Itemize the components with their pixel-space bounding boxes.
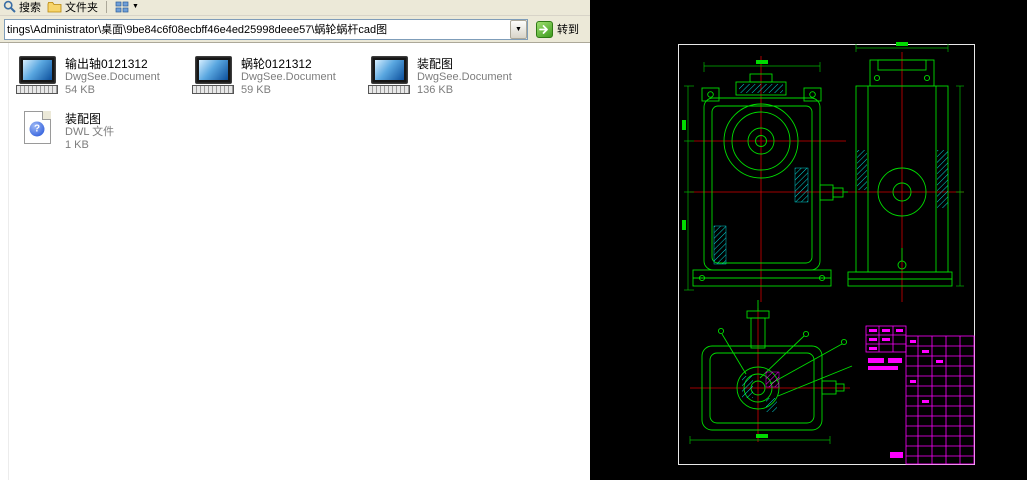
folder-icon <box>47 1 62 13</box>
go-label: 转到 <box>557 24 579 36</box>
dwgsee-file-icon <box>192 56 234 97</box>
go-button[interactable]: 转到 <box>533 18 582 40</box>
dwgsee-file-icon <box>368 56 410 97</box>
page-fold <box>41 111 51 120</box>
views-caret-icon: ▼ <box>132 3 139 10</box>
folders-label: 文件夹 <box>65 1 98 14</box>
go-arrow-icon <box>536 20 553 38</box>
file-item[interactable]: 输出轴0121312 DwgSee.Document 54 KB <box>16 56 188 97</box>
pane-divider <box>8 43 9 480</box>
toolbar-separator <box>106 1 107 13</box>
cad-drawing <box>590 0 1027 480</box>
address-input[interactable]: tings\Administrator\桌面\9be84c6f08ecbff46… <box>5 21 510 37</box>
address-dropdown-button[interactable]: ▼ <box>510 19 527 39</box>
file-name: 装配图 <box>417 57 454 71</box>
file-item[interactable]: ? 装配图 DWL 文件 1 KB <box>16 111 188 152</box>
question-mark-icon: ? <box>29 121 45 137</box>
search-button[interactable]: 搜索 <box>3 0 41 14</box>
file-type: DWL 文件 <box>65 126 115 138</box>
file-size: 1 KB <box>65 139 89 151</box>
file-size: 59 KB <box>241 84 271 96</box>
file-type: DwgSee.Document <box>241 71 336 83</box>
views-icon <box>115 1 129 13</box>
file-name: 装配图 <box>65 112 102 126</box>
file-item[interactable]: 装配图 DwgSee.Document 136 KB <box>368 56 540 97</box>
file-explorer-window: 搜索 文件夹 ▼ tings\Administrator\桌面\9be84c6f… <box>0 0 590 480</box>
views-button[interactable]: ▼ <box>115 0 139 14</box>
toolbar: 搜索 文件夹 ▼ <box>0 0 590 16</box>
screen: 搜索 文件夹 ▼ tings\Administrator\桌面\9be84c6f… <box>0 0 1027 480</box>
file-list: 输出轴0121312 DwgSee.Document 54 KB 蜗轮01213… <box>0 43 590 480</box>
file-size: 136 KB <box>417 84 454 96</box>
folders-button[interactable]: 文件夹 <box>47 0 98 14</box>
search-icon <box>3 0 16 13</box>
file-type: DwgSee.Document <box>417 71 512 83</box>
search-label: 搜索 <box>19 1 41 14</box>
file-name: 蜗轮0121312 <box>241 57 312 71</box>
address-bar: tings\Administrator\桌面\9be84c6f08ecbff46… <box>0 16 590 43</box>
file-item[interactable]: 蜗轮0121312 DwgSee.Document 59 KB <box>192 56 364 97</box>
file-type: DwgSee.Document <box>65 71 160 83</box>
file-size: 54 KB <box>65 84 95 96</box>
address-combo: tings\Administrator\桌面\9be84c6f08ecbff46… <box>4 18 528 40</box>
dwgsee-file-icon <box>16 56 58 97</box>
dwl-file-icon: ? <box>16 111 58 152</box>
cad-viewport[interactable] <box>590 0 1027 480</box>
file-name: 输出轴0121312 <box>65 57 148 71</box>
